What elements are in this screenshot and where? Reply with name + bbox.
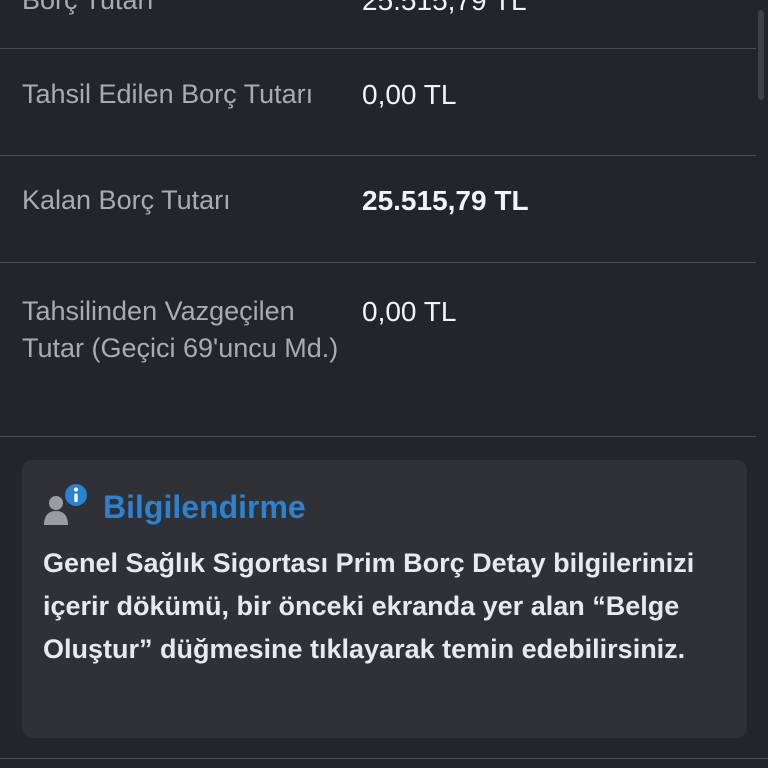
scrollbar[interactable] bbox=[758, 10, 764, 100]
row-value: 25.515,79 TL bbox=[362, 185, 529, 216]
row-label: Tahsilinden Vazgeçilen Tutar (Geçici 69'… bbox=[22, 296, 339, 363]
row-debt-amount: Borç Tutarı 25.515,79 TL bbox=[0, 0, 756, 49]
row-waived-amount: Tahsilinden Vazgeçilen Tutar (Geçici 69'… bbox=[0, 263, 756, 437]
row-collected-amount: Tahsil Edilen Borç Tutarı 0,00 TL bbox=[0, 49, 756, 156]
info-title: Bilgilendirme bbox=[103, 488, 306, 525]
info-card: Bilgilendirme Genel Sağlık Sigortası Pri… bbox=[22, 460, 747, 738]
row-value: 0,00 TL bbox=[362, 79, 457, 110]
info-text: Genel Sağlık Sigortası Prim Borç Detay b… bbox=[43, 548, 695, 664]
row-label: Tahsil Edilen Borç Tutarı bbox=[22, 79, 314, 109]
row-value: 25.515,79 TL bbox=[362, 0, 527, 16]
debt-detail-page: Borç Tutarı 25.515,79 TL Tahsil Edilen B… bbox=[0, 0, 768, 768]
row-value: 0,00 TL bbox=[362, 296, 457, 327]
divider bbox=[0, 758, 768, 768]
user-info-icon bbox=[43, 482, 93, 532]
row-label: Kalan Borç Tutarı bbox=[22, 185, 231, 215]
debt-detail-list: Borç Tutarı 25.515,79 TL Tahsil Edilen B… bbox=[0, 0, 756, 437]
row-remaining-amount: Kalan Borç Tutarı 25.515,79 TL bbox=[0, 156, 756, 263]
row-label: Borç Tutarı bbox=[22, 0, 155, 15]
info-header: Bilgilendirme bbox=[43, 482, 723, 532]
